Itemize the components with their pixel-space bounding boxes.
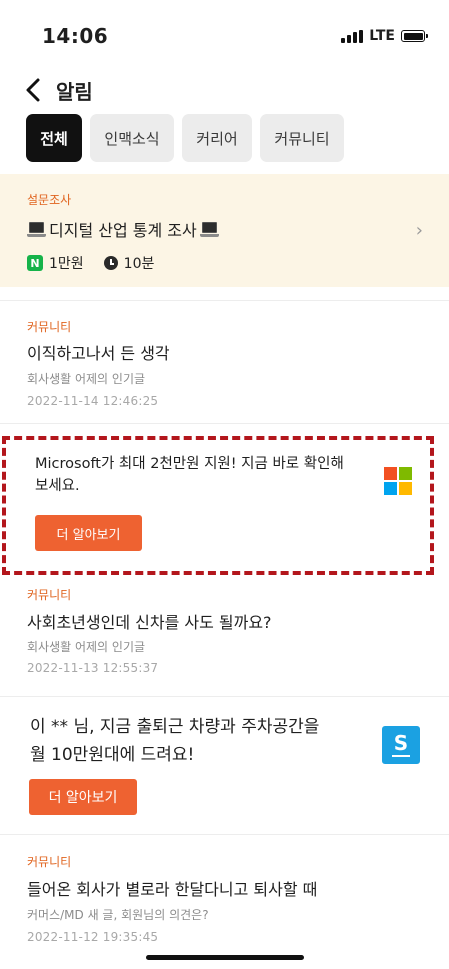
survey-meta: N 1만원 10분 bbox=[27, 253, 154, 273]
home-indicator bbox=[146, 955, 304, 960]
tab-community[interactable]: 커뮤니티 bbox=[260, 114, 344, 162]
notification-subtitle: 회사생활 어제의 인기글 bbox=[27, 640, 146, 654]
notification-item[interactable]: 커뮤니티 이직하고나서 든 생각 회사생활 어제의 인기글 2022-11-14… bbox=[0, 301, 449, 423]
notification-category: 커뮤니티 bbox=[27, 320, 72, 334]
notification-title: 들어온 회사가 별로라 한달다니고 퇴사할 때 bbox=[27, 880, 318, 899]
notification-subtitle: 커머스/MD 새 글, 회원님의 의견은? bbox=[27, 908, 209, 922]
divider bbox=[0, 423, 449, 424]
ad-text-line: 보세요. bbox=[35, 477, 80, 494]
naver-n-icon: N bbox=[27, 255, 43, 271]
network-label: LTE bbox=[369, 28, 395, 44]
survey-category: 설문조사 bbox=[27, 193, 72, 207]
clock-icon bbox=[103, 256, 118, 270]
notification-category: 커뮤니티 bbox=[27, 855, 72, 869]
chevron-left-icon[interactable] bbox=[20, 75, 50, 105]
notification-item[interactable]: 커뮤니티 사회초년생인데 신차를 사도 될까요? 회사생활 어제의 인기글 20… bbox=[0, 575, 449, 695]
tab-all[interactable]: 전체 bbox=[26, 114, 82, 162]
ad-text-line: 월 10만원대에 드려요! bbox=[30, 745, 195, 766]
survey-title: 디지털 산업 통계 조사 bbox=[49, 221, 197, 240]
survey-reward: 1만원 bbox=[49, 256, 84, 272]
status-bar: 14:06 LTE bbox=[0, 0, 449, 72]
status-indicators: LTE bbox=[341, 28, 428, 44]
divider bbox=[0, 696, 449, 697]
learn-more-button[interactable]: 더 알아보기 bbox=[35, 515, 142, 551]
microsoft-logo-icon bbox=[384, 467, 412, 495]
header: 알림 bbox=[0, 72, 449, 106]
ad-text-line: Microsoft가 최대 2천만원 지원! 지금 바로 확인해 bbox=[35, 456, 344, 472]
tab-network-news[interactable]: 인맥소식 bbox=[90, 114, 174, 162]
ad-card-parking: 이 ** 님, 지금 출퇴근 차량과 주차공간을 월 10만원대에 드려요! S… bbox=[0, 698, 449, 833]
s-app-logo-icon: S bbox=[382, 726, 420, 764]
notification-category: 커뮤니티 bbox=[27, 588, 72, 602]
ad-card-microsoft: Microsoft가 최대 2천만원 지원! 지금 바로 확인해 보세요. 더 … bbox=[0, 440, 449, 572]
signal-icon bbox=[341, 29, 364, 43]
notification-date: 2022-11-12 19:35:45 bbox=[27, 930, 159, 944]
notification-date: 2022-11-13 12:55:37 bbox=[27, 661, 159, 675]
battery-icon bbox=[401, 30, 428, 42]
notification-subtitle: 회사생활 어제의 인기글 bbox=[27, 372, 146, 386]
ad-text-line: 이 ** 님, 지금 출퇴근 차량과 주차공간을 bbox=[30, 717, 320, 737]
notification-date: 2022-11-14 12:46:25 bbox=[27, 394, 159, 408]
status-time: 14:06 bbox=[42, 24, 109, 48]
filter-tabs: 전체 인맥소식 커리어 커뮤니티 bbox=[26, 114, 344, 162]
notification-title: 이직하고나서 든 생각 bbox=[27, 344, 170, 363]
survey-duration: 10분 bbox=[123, 256, 155, 272]
chevron-right-icon: › bbox=[415, 220, 423, 241]
laptop-icon bbox=[27, 221, 46, 237]
laptop-icon bbox=[199, 221, 219, 237]
tab-career[interactable]: 커리어 bbox=[182, 114, 252, 162]
ad-text: Microsoft가 최대 2천만원 지원! 지금 바로 확인해 보세요. bbox=[35, 454, 344, 498]
learn-more-button[interactable]: 더 알아보기 bbox=[29, 779, 137, 815]
page-title: 알림 bbox=[56, 80, 93, 104]
notification-item[interactable]: 커뮤니티 들어온 회사가 별로라 한달다니고 퇴사할 때 커머스/MD 새 글,… bbox=[0, 835, 449, 955]
survey-title-row: 디지털 산업 통계 조사 bbox=[27, 217, 219, 241]
notification-title: 사회초년생인데 신차를 사도 될까요? bbox=[27, 613, 272, 632]
ad-text: 이 ** 님, 지금 출퇴근 차량과 주차공간을 월 10만원대에 드려요! bbox=[30, 713, 319, 769]
survey-card[interactable]: 설문조사 디지털 산업 통계 조사 › N 1만원 10분 bbox=[0, 174, 449, 287]
